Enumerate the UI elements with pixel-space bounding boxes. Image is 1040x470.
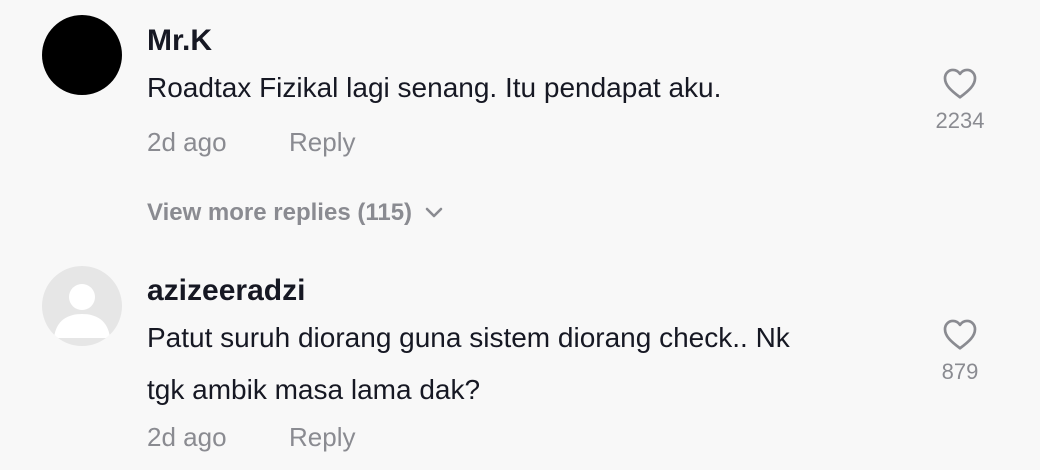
- like-button[interactable]: 2234: [920, 66, 1000, 132]
- default-user-icon: [42, 284, 122, 346]
- heart-outline-icon: [920, 317, 1000, 351]
- view-more-replies-label: View more replies (115): [147, 199, 413, 226]
- like-count: 2234: [935, 108, 985, 133]
- comment-username[interactable]: azizeeradzi: [147, 276, 305, 306]
- comment-text: Roadtax Fizikal lagi senang. Itu pendapa…: [147, 62, 897, 114]
- heart-outline-icon: [920, 66, 1000, 100]
- comment-text: Patut suruh diorang guna sistem diorang …: [147, 312, 897, 416]
- avatar[interactable]: [42, 266, 122, 346]
- avatar[interactable]: [42, 15, 122, 95]
- comment-timestamp: 2d ago: [147, 422, 227, 452]
- view-more-replies-button[interactable]: View more replies (115): [147, 201, 444, 225]
- reply-button[interactable]: Reply: [289, 424, 355, 450]
- comment-list: Mr.K Roadtax Fizikal lagi senang. Itu pe…: [0, 0, 1040, 470]
- comment-text-line: Patut suruh diorang guna sistem diorang …: [147, 322, 790, 353]
- reply-button[interactable]: Reply: [289, 129, 355, 155]
- like-count: 879: [941, 359, 979, 384]
- like-button[interactable]: 879: [920, 317, 1000, 383]
- chevron-down-icon: [424, 201, 444, 225]
- comment-username[interactable]: Mr.K: [147, 26, 212, 56]
- comment-text-line: tgk ambik masa lama dak?: [147, 374, 481, 405]
- comment-text-line: Roadtax Fizikal lagi senang. Itu pendapa…: [147, 72, 722, 103]
- comment-timestamp: 2d ago: [147, 127, 227, 157]
